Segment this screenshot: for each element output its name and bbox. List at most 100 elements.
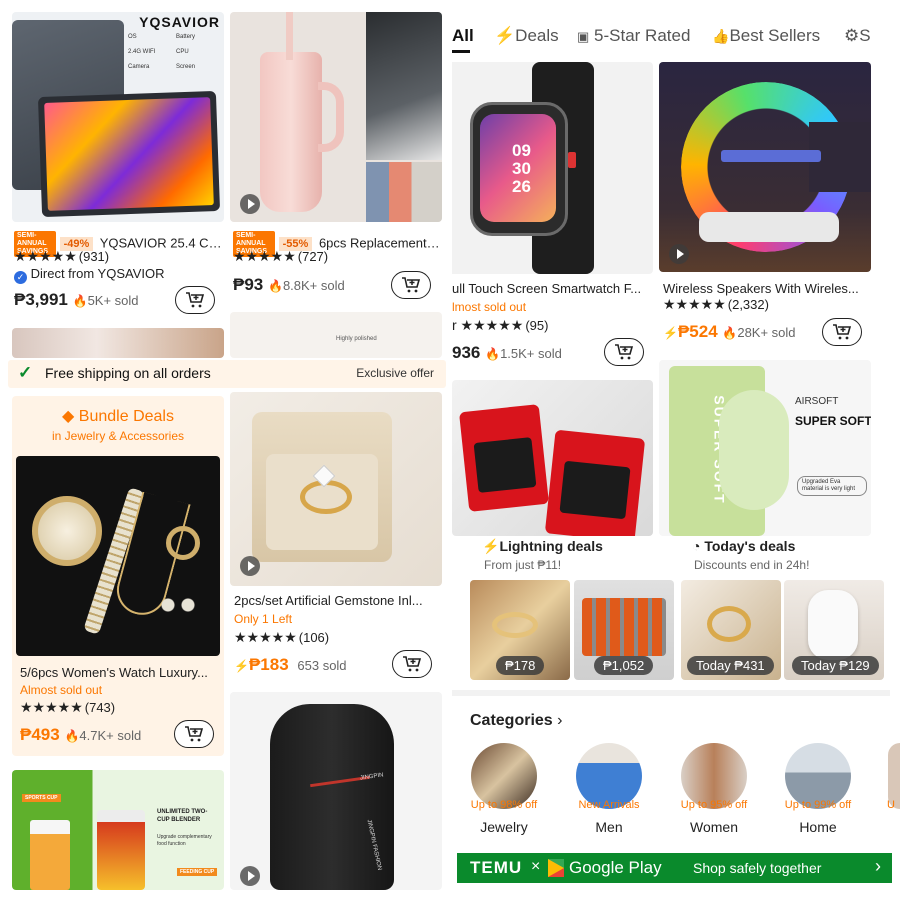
add-to-cart-button[interactable] <box>604 338 644 366</box>
eva-note: Upgraded Eva material is very light <box>797 476 867 496</box>
smartwatch-title[interactable]: ull Touch Screen Smartwatch F... <box>452 281 650 296</box>
tab-deals[interactable]: ⚡Deals <box>494 26 559 46</box>
fire-icon: 🔥 <box>485 347 501 361</box>
bundle-title: Bundle Deals <box>78 408 174 425</box>
shipping-label: Free shipping on all orders <box>45 365 211 381</box>
earrings <box>158 596 198 614</box>
sports-cup-tag: SPORTS CUP <box>22 794 61 802</box>
rating-row: ★★★★★ (931) <box>14 248 109 265</box>
price-row: ₱3,991 🔥5K+ sold <box>14 290 139 310</box>
fire-icon: 🔥 <box>64 729 80 743</box>
cart-icon <box>403 656 422 672</box>
star-rating: ★★★★★ <box>233 248 296 264</box>
watch-set-image[interactable] <box>16 456 220 656</box>
add-to-cart-button[interactable] <box>174 720 214 748</box>
deal-price: ₱178 <box>496 656 545 675</box>
shipping-bar[interactable]: ✓ Free shipping on all orders Exclusive … <box>8 360 446 388</box>
gear-icon: ⚙ <box>844 26 860 45</box>
smartwatch-product-image[interactable]: 09 30 26 <box>452 62 653 274</box>
ring-product-image[interactable] <box>230 392 442 586</box>
deal-price: Today ₱431 <box>687 656 774 675</box>
lightning-deals-section[interactable]: ⚡Lightning deals From just ₱11! ₱178 ₱1,… <box>470 536 676 686</box>
white-slipper <box>808 590 858 660</box>
add-to-cart-button[interactable] <box>175 286 215 314</box>
play-video-icon[interactable] <box>240 194 260 214</box>
tab-all[interactable]: All <box>452 26 474 53</box>
today-deals-section[interactable]: ◔ Today's deals Discounts end in 24h! To… <box>680 536 890 686</box>
slippers-product-image[interactable]: SUPER SOFT AIRSOFT SUPER SOFT Upgraded E… <box>659 360 871 536</box>
speaker-phone <box>721 150 821 162</box>
product-title: 6pcs Replacement ... <box>318 235 441 251</box>
play-video-icon[interactable] <box>240 866 260 886</box>
red-box-right-inner <box>559 460 631 520</box>
category-name: Home <box>799 819 837 835</box>
lightning-icon: ⚡ <box>482 538 500 554</box>
tumbler-product-image[interactable] <box>230 12 442 222</box>
tablet-product-image[interactable]: YQSAVIOR OS Battery 2.4G WIFI CPU Camera… <box>12 12 224 222</box>
backpack-product-image[interactable]: JINGPIN JINGPIN FASHION <box>230 692 442 890</box>
smartwatch-rating: r ★★★★★ (95) <box>452 317 548 334</box>
cart-icon <box>186 292 205 308</box>
watchset-title[interactable]: 5/6pcs Women's Watch Luxury... <box>20 665 220 680</box>
jewelry-strip-image[interactable] <box>12 328 224 358</box>
add-to-cart-button[interactable] <box>392 650 432 678</box>
today-title: Today's deals <box>704 538 796 554</box>
speaker-rating: ★★★★★ (2,332) <box>663 296 769 313</box>
slipper-strap <box>719 390 789 510</box>
lightning-deal-rings[interactable]: ₱178 <box>470 580 570 680</box>
categories-header[interactable]: Categories › <box>470 712 562 730</box>
spec-list: OS Battery 2.4G WIFI CPU Camera Screen <box>128 34 196 70</box>
review-count: (727) <box>297 249 329 264</box>
feeding-cup-tag: FEEDING CUP <box>177 868 218 876</box>
add-to-cart-button[interactable] <box>822 318 862 346</box>
tumbler-rating: ★★★★★ (727) <box>233 248 328 265</box>
tab-5-star-rated[interactable]: ▣ 5-Star Rated <box>577 26 690 46</box>
lightning-deal-tools[interactable]: ₱1,052 <box>574 580 674 680</box>
seller-row[interactable]: ✓ Direct from YQSAVIOR <box>14 266 165 284</box>
category-discount: U <box>887 799 895 811</box>
speaker-title[interactable]: Wireless Speakers With Wireles... <box>663 281 868 296</box>
ring-box-product-image[interactable] <box>452 380 653 536</box>
speaker-product-image[interactable] <box>659 62 871 272</box>
category-name: Women <box>690 819 738 835</box>
play-video-icon[interactable] <box>669 244 689 264</box>
ring-caption-strip[interactable]: Highly polished <box>230 312 442 358</box>
product-price: ₱93 <box>233 275 264 294</box>
product-title: YQSAVIOR 25.4 Cm... <box>99 235 224 251</box>
tumbler-handle <box>318 82 344 152</box>
star-rating: ★★★★★ <box>234 629 297 645</box>
play-video-icon[interactable] <box>240 556 260 576</box>
ring-caption: Highly polished <box>336 336 377 342</box>
product-price: ₱493 <box>20 725 60 744</box>
ring-title[interactable]: 2pcs/set Artificial Gemstone Inl... <box>234 593 439 608</box>
lightning-icon: ⚡ <box>494 26 516 45</box>
deal-price: ₱1,052 <box>594 656 654 675</box>
add-to-cart-button[interactable] <box>391 271 431 299</box>
temu-google-play-banner[interactable]: TEMU × Google Play Shop safely together … <box>457 853 892 883</box>
lightning-title-row: ⚡Lightning deals <box>482 538 603 555</box>
blender-product-image[interactable]: SPORTS CUP UNLIMITED TWO-CUP BLENDER Upg… <box>12 770 224 890</box>
category-discount: Up to 95% off <box>680 799 748 811</box>
watchset-status: Almost sold out <box>20 683 103 697</box>
tumbler-price-row: ₱93 🔥8.8K+ sold <box>233 275 345 295</box>
today-sub: Discounts end in 24h! <box>694 558 810 572</box>
fire-icon: 🔥 <box>72 294 88 308</box>
cart-icon <box>833 324 852 340</box>
ring-rating: ★★★★★ (106) <box>234 629 329 646</box>
watchset-price-row: ₱493 🔥4.7K+ sold <box>20 725 141 745</box>
smartwatch-status: lmost sold out <box>452 300 527 314</box>
watch-face <box>32 496 102 566</box>
temu-logo: TEMU <box>470 858 523 877</box>
today-deal-slippers[interactable]: Today ₱129 <box>784 580 884 680</box>
today-deal-rings[interactable]: Today ₱431 <box>681 580 781 680</box>
blender-sub: Upgrade complementary food function <box>157 834 212 847</box>
car-photo <box>366 12 442 160</box>
tab-more[interactable]: ⚙S <box>844 26 871 46</box>
section-divider <box>452 690 890 696</box>
tab-best-sellers[interactable]: 👍Best Sellers <box>712 26 820 46</box>
chevron-right-icon: › <box>557 712 563 729</box>
review-count: (931) <box>78 249 110 264</box>
watchset-rating: ★★★★★ (743) <box>20 699 115 716</box>
smartwatch-price-row: 936 🔥1.5K+ sold <box>452 343 562 363</box>
today-title-row: ◔ Today's deals <box>692 538 795 554</box>
